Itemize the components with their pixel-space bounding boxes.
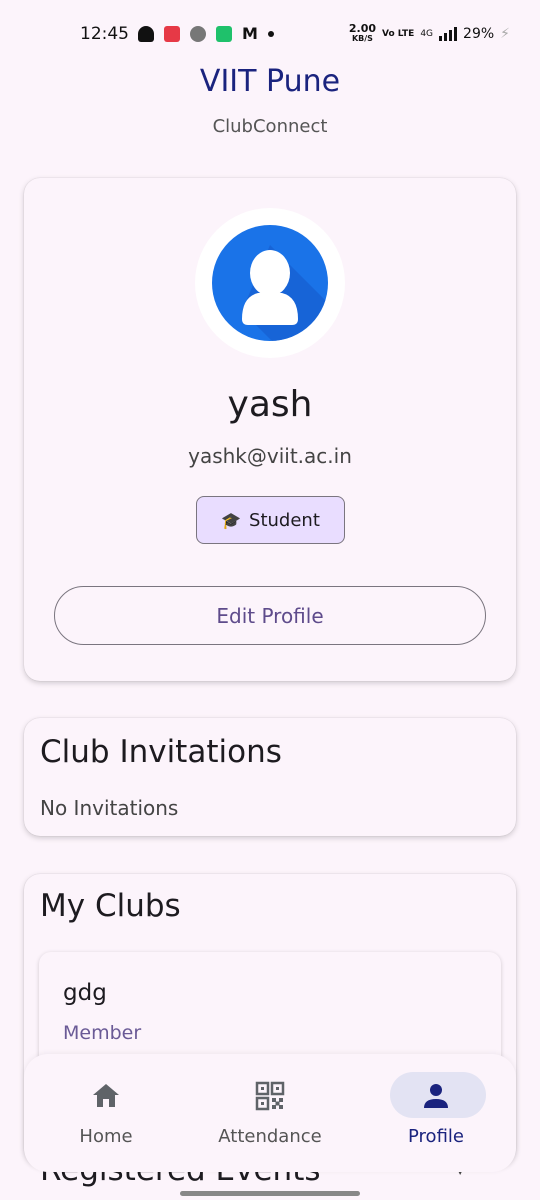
role-badge: 🎓 Student bbox=[196, 496, 345, 544]
home-indicator[interactable] bbox=[180, 1191, 360, 1196]
invitations-empty-text: No Invitations bbox=[40, 796, 179, 820]
status-time: 12:45 bbox=[80, 24, 129, 44]
profile-card: yash yashk@viit.ac.in 🎓 Student Edit Pro… bbox=[24, 178, 516, 681]
signal-icon bbox=[439, 27, 458, 41]
app-title: VIIT Pune bbox=[199, 64, 341, 99]
nav-label-home: Home bbox=[79, 1126, 133, 1147]
invitations-heading: Club Invitations bbox=[40, 734, 282, 770]
status-bar: 12:45 M 2.00 KB/S Vo LTE 4G 29% ⚡ bbox=[0, 0, 540, 70]
qr-code-icon bbox=[255, 1081, 285, 1111]
my-clubs-heading: My Clubs bbox=[40, 888, 181, 924]
home-icon bbox=[93, 1084, 119, 1107]
phone-icon bbox=[216, 25, 232, 42]
charging-icon: ⚡ bbox=[500, 26, 510, 42]
profile-name: yash bbox=[227, 384, 313, 425]
edit-profile-button[interactable]: Edit Profile bbox=[54, 586, 486, 645]
bottom-navigation: Home Attendance Profile bbox=[24, 1054, 516, 1172]
gmail-icon: M bbox=[242, 24, 258, 43]
nav-item-attendance[interactable]: Attendance bbox=[188, 1054, 352, 1172]
snapchat-icon bbox=[138, 25, 154, 42]
battery-level: 29% bbox=[463, 26, 495, 42]
nav-label-attendance: Attendance bbox=[218, 1126, 322, 1147]
person-avatar-icon bbox=[242, 245, 328, 341]
nav-item-profile[interactable]: Profile bbox=[354, 1054, 518, 1172]
screen-recorder-icon bbox=[164, 25, 180, 42]
nav-item-home[interactable]: Home bbox=[24, 1054, 188, 1172]
nav-label-profile: Profile bbox=[408, 1126, 464, 1147]
graduation-cap-icon: 🎓 bbox=[221, 510, 242, 530]
person-icon bbox=[424, 1084, 448, 1108]
network-speed: 2.00 KB/S bbox=[348, 22, 376, 43]
club-invitations-card: Club Invitations No Invitations bbox=[24, 718, 516, 836]
avatar[interactable] bbox=[195, 208, 345, 358]
notification-icons: M bbox=[138, 24, 274, 43]
club-role: Member bbox=[63, 1022, 142, 1044]
club-name: gdg bbox=[63, 980, 107, 1006]
role-label: Student bbox=[249, 509, 320, 531]
settings-icon bbox=[190, 25, 206, 42]
app-subtitle: ClubConnect bbox=[212, 116, 328, 137]
more-notifications-icon bbox=[267, 30, 274, 37]
volte-icon: Vo LTE bbox=[382, 29, 415, 39]
system-status: 2.00 KB/S Vo LTE 4G 29% ⚡ bbox=[348, 22, 510, 44]
profile-email: yashk@viit.ac.in bbox=[188, 444, 352, 468]
avatar-circle bbox=[212, 225, 328, 341]
network-type: 4G bbox=[420, 29, 434, 39]
